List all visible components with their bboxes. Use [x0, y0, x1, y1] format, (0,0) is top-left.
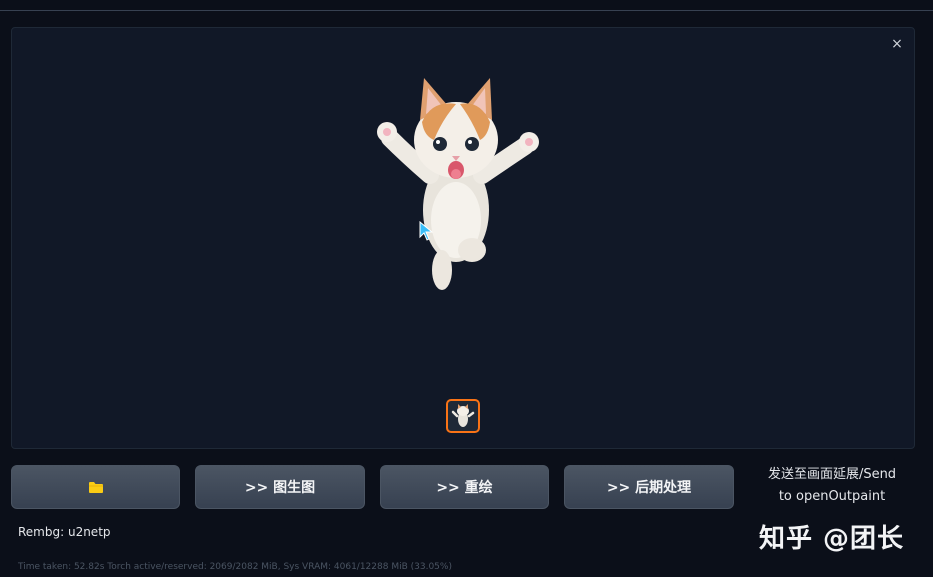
extras-label: >> 后期处理 — [606, 480, 692, 496]
open-folder-button[interactable] — [11, 465, 180, 509]
send-to-openoutpaint-button[interactable]: 发送至画面延展/Send to openOutpaint — [742, 464, 922, 508]
img2img-label: >> 图生图 — [244, 480, 316, 496]
preview-image[interactable] — [372, 70, 542, 292]
performance-info: Time taken: 52.82s Torch active/reserved… — [18, 562, 452, 572]
gallery-thumbnail[interactable] — [446, 399, 480, 433]
send-to-inpaint-button[interactable]: >> 重绘 — [380, 465, 549, 509]
rembg-info: Rembg: u2netp — [18, 525, 111, 539]
close-icon[interactable]: × — [888, 35, 906, 53]
send-to-extras-button[interactable]: >> 后期处理 — [564, 465, 734, 509]
folder-icon — [88, 481, 103, 493]
thumbnail-cat-image — [451, 404, 475, 427]
image-gallery: × — [11, 27, 915, 449]
send-outpaint-line2: to openOutpaint — [778, 489, 886, 504]
send-outpaint-line1: 发送至画面延展/Send — [767, 467, 897, 482]
send-to-img2img-button[interactable]: >> 图生图 — [195, 465, 365, 509]
inpaint-label: >> 重绘 — [436, 480, 493, 496]
top-bar — [0, 0, 933, 11]
mouse-cursor-icon — [419, 221, 434, 241]
watermark: 知乎 @团长 — [759, 524, 905, 554]
